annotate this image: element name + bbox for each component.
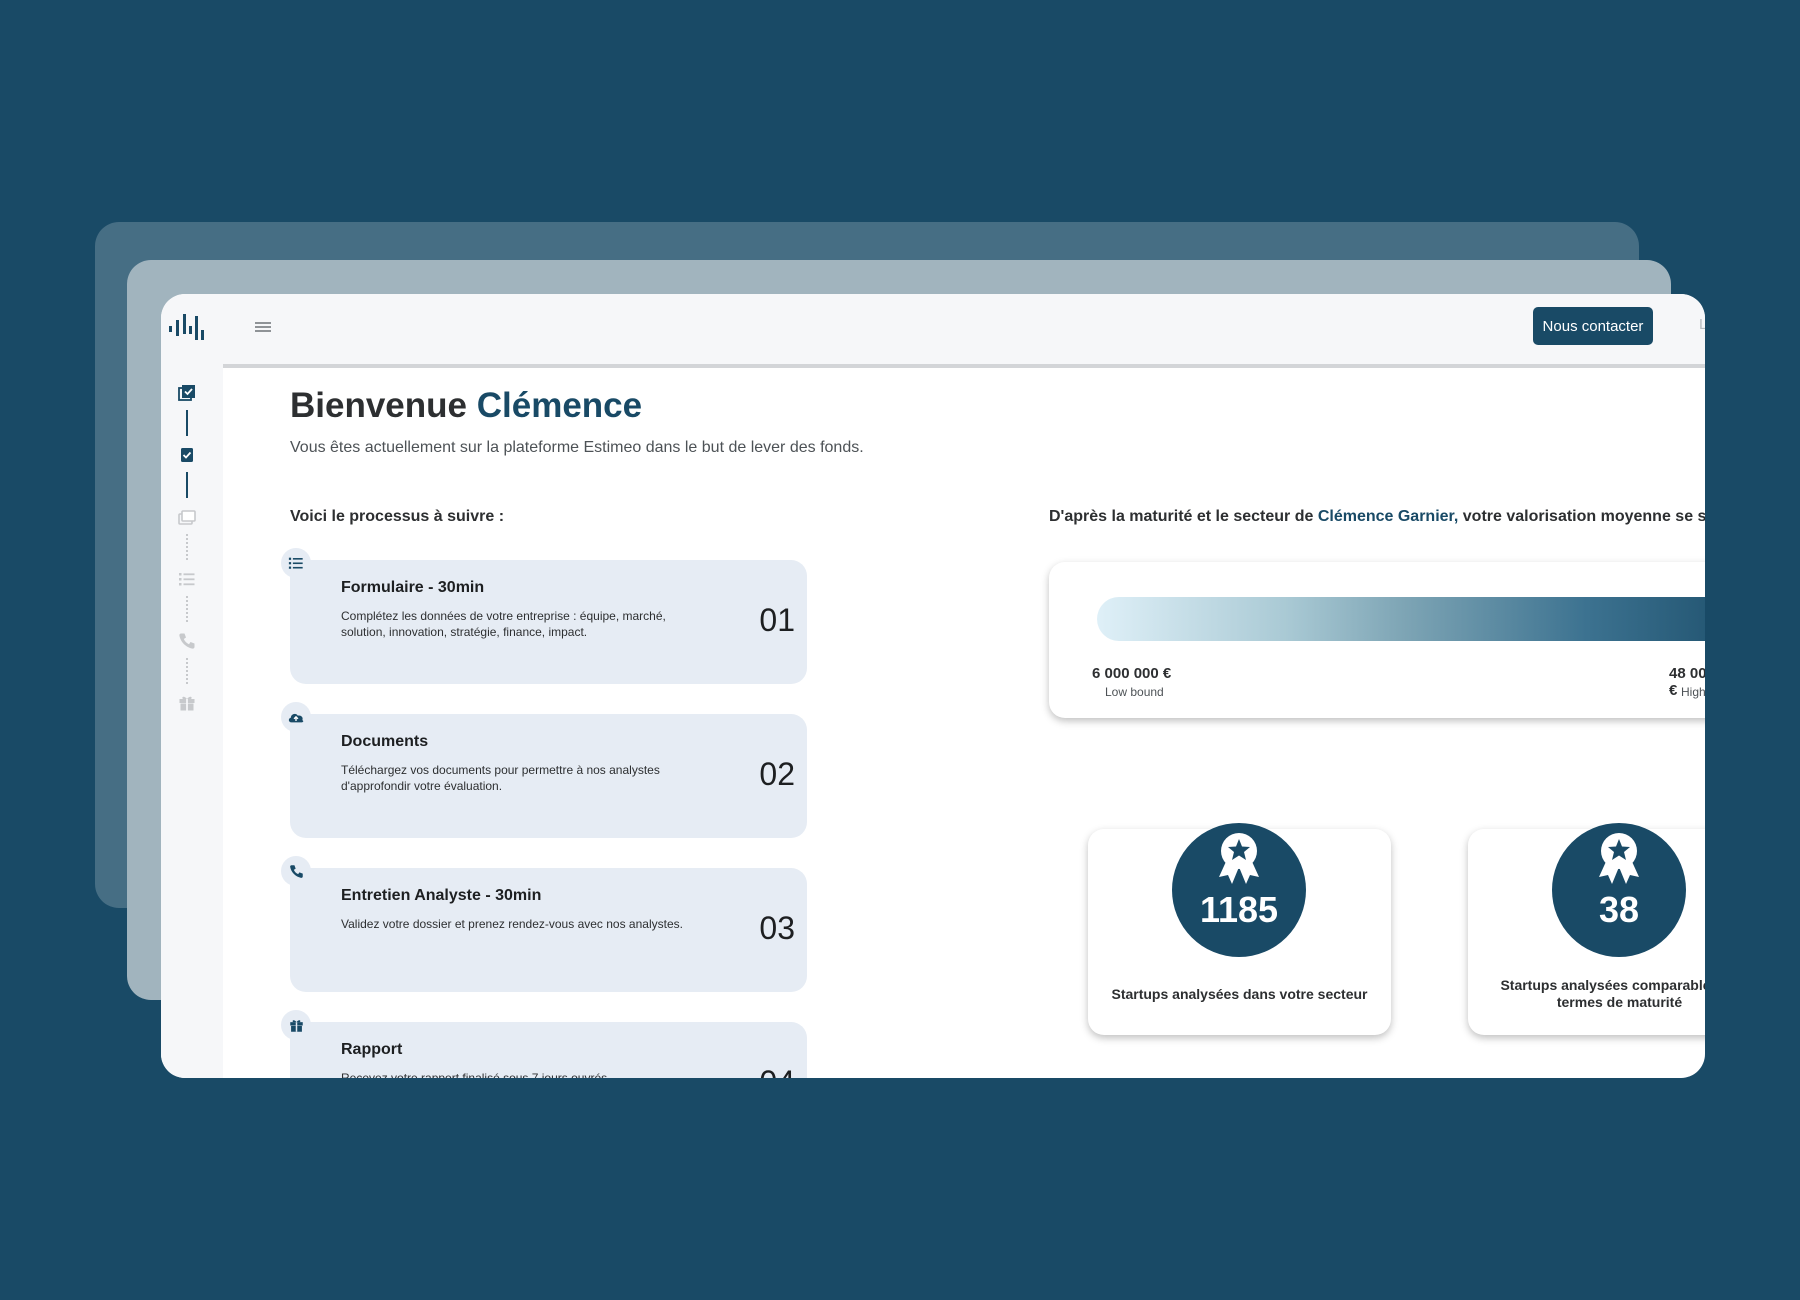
step-description: Validez votre dossier et prenez rendez-v…	[341, 917, 683, 931]
valuation-sentence: D'après la maturité et le secteur de Clé…	[1049, 508, 1705, 526]
step-icon-badge	[281, 856, 311, 886]
step-title: Formulaire - 30min	[341, 579, 485, 596]
award-ribbon-icon	[1219, 833, 1259, 884]
intro-text: Vous êtes actuellement sur la plateforme…	[290, 439, 864, 456]
valuation-range-bar	[1097, 597, 1705, 641]
documents-check-icon[interactable]	[178, 446, 196, 464]
step-title: Entretien Analyste - 30min	[341, 887, 542, 904]
top-bar: Nous contacter L	[223, 294, 1705, 368]
step-icon-badge	[281, 548, 311, 578]
high-bound-label: High bound	[1681, 685, 1705, 699]
contact-button[interactable]: Nous contacter	[1533, 307, 1653, 345]
stat-circle: 38	[1552, 823, 1686, 957]
greeting-text: Bienvenue	[290, 386, 467, 425]
sidebar-rail	[161, 294, 223, 1078]
process-step-card[interactable]: Rapport Recevez votre rapport finalisé s…	[290, 1022, 807, 1078]
menu-icon[interactable]	[253, 318, 273, 336]
document-stack-icon[interactable]	[178, 508, 196, 526]
step-number: 03	[759, 910, 795, 946]
stat-card-maturity: 38 Startups analysées comparables en ter…	[1468, 823, 1705, 1035]
stat-number: 1185	[1199, 889, 1279, 930]
step-connector	[186, 410, 188, 436]
step-connector	[186, 658, 188, 684]
step-number: 04	[759, 1064, 795, 1078]
step-title: Rapport	[341, 1041, 403, 1058]
low-bound-value: 6 000 000 €	[1092, 665, 1172, 682]
user-first-name: Clémence	[476, 386, 643, 425]
gift-icon	[289, 1019, 303, 1032]
company-name: Clémence Garnier,	[1317, 508, 1459, 525]
process-step-card[interactable]: Entretien Analyste - 30min Validez votre…	[290, 868, 807, 992]
step-connector	[186, 472, 188, 498]
phone-icon[interactable]	[178, 632, 196, 650]
valuation-range-card: 6 000 000 € Low bound 48 000 000 € High …	[1049, 562, 1705, 718]
stat-label: Startups analysées dans votre secteur	[1111, 986, 1368, 1002]
list-icon[interactable]	[178, 570, 196, 588]
stat-label: Startups analysées comparables en termes…	[1500, 977, 1705, 1010]
step-icon-badge	[281, 1010, 311, 1040]
app-window: Nous contacter L Bienvenue Clémence Vous…	[161, 294, 1705, 1078]
process-heading: Voici le processus à suivre :	[290, 508, 505, 525]
step-connector	[186, 534, 188, 560]
list-icon	[288, 557, 303, 569]
language-toggle[interactable]: L	[1699, 316, 1705, 333]
step-description: Recevez votre rapport finalisé sous 7 jo…	[341, 1071, 611, 1078]
stat-card-sector: 1185 Startups analysées dans votre secte…	[1088, 823, 1391, 1035]
step-connector	[186, 596, 188, 622]
gift-icon[interactable]	[178, 694, 196, 712]
step-title: Documents	[341, 733, 429, 750]
award-ribbon-icon	[1599, 833, 1639, 884]
step-number: 01	[759, 602, 795, 638]
stat-circle: 1185	[1172, 823, 1306, 957]
valuation-prefix: D'après la maturité et le secteur de	[1049, 508, 1314, 525]
valuation-suffix: votre valorisation moyenne se situe	[1462, 508, 1705, 525]
step-number: 02	[759, 756, 795, 792]
step-description: Téléchargez vos documents pour permettre…	[341, 763, 660, 793]
process-step-card[interactable]: Documents Téléchargez vos documents pour…	[290, 714, 807, 838]
low-bound-label: Low bound	[1105, 685, 1164, 699]
cloud-upload-icon	[288, 713, 304, 723]
estimeo-logo	[169, 314, 204, 340]
step-description: Complétez les données de votre entrepris…	[341, 609, 666, 639]
phone-icon	[289, 864, 303, 878]
stat-number: 38	[1598, 889, 1640, 930]
step-icon-badge	[281, 702, 311, 732]
form-check-icon[interactable]	[178, 384, 196, 402]
page-title: Bienvenue Clémence	[290, 386, 642, 426]
process-step-card[interactable]: Formulaire - 30min Complétez les données…	[290, 560, 807, 684]
